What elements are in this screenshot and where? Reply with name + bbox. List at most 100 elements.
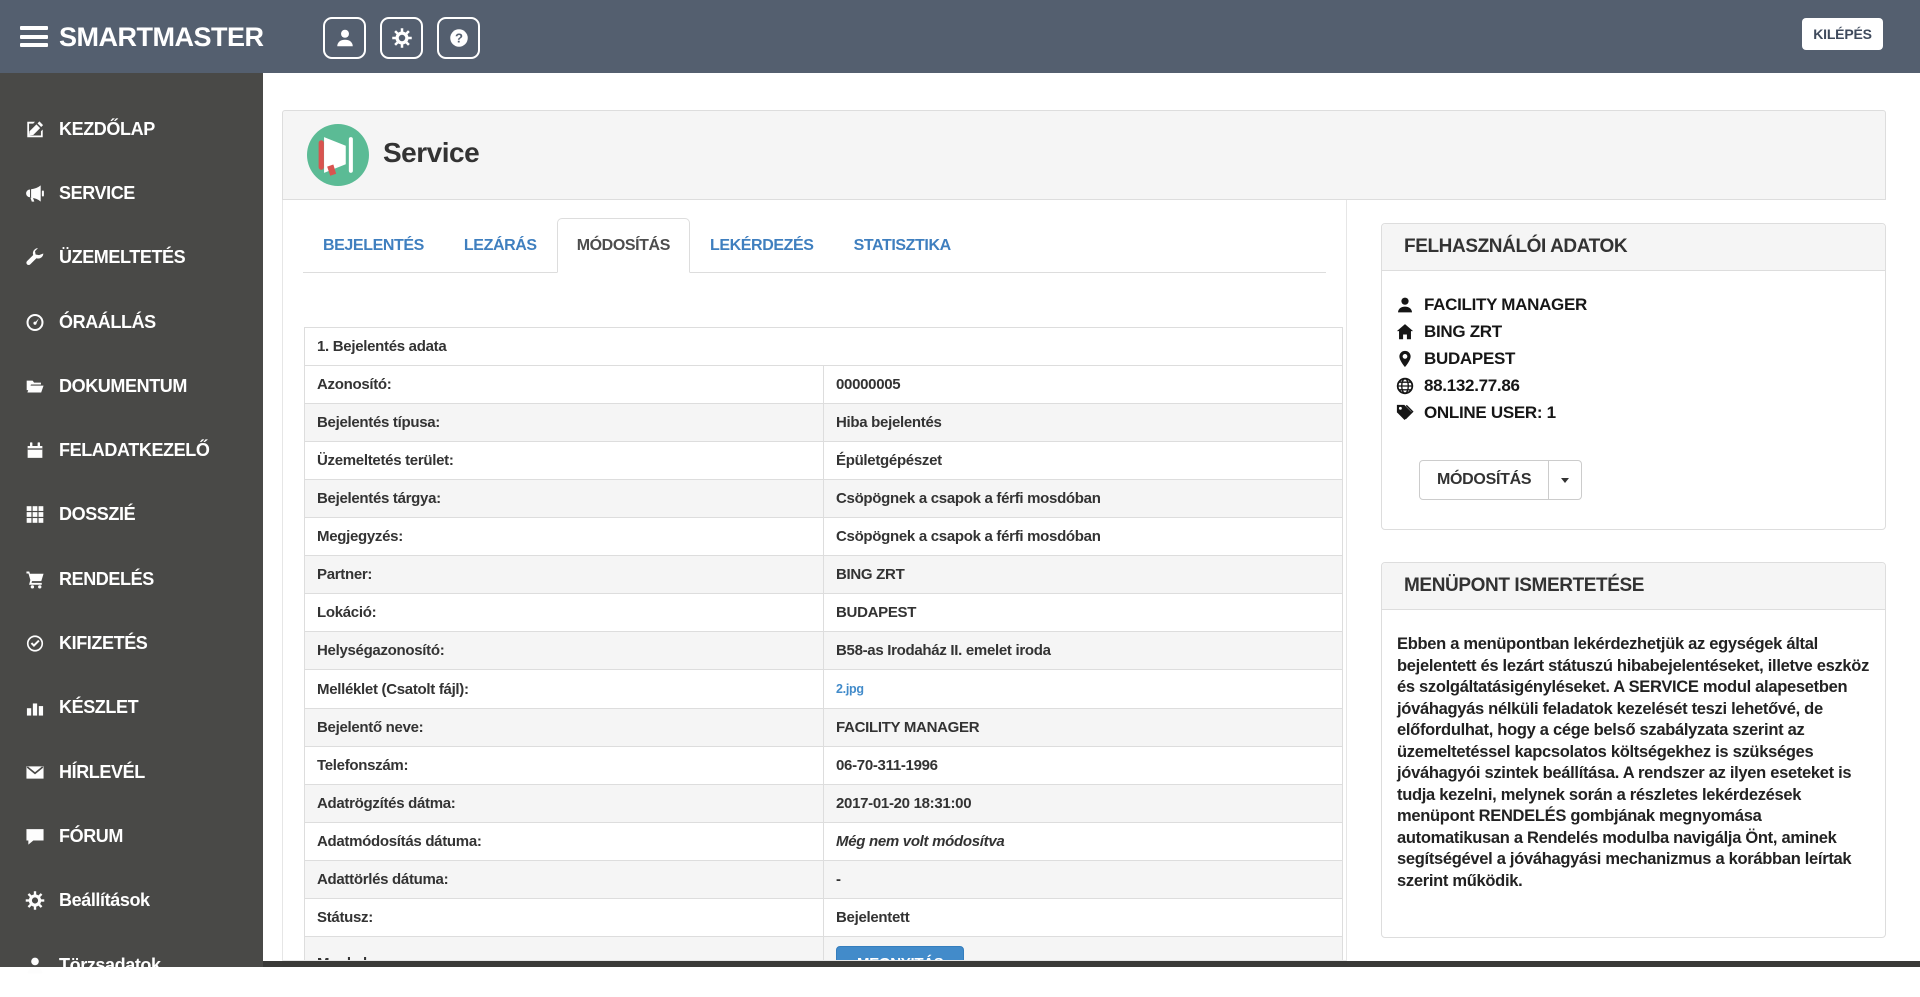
online-users: ONLINE USER: 1 (1424, 403, 1556, 423)
user-icon (1396, 296, 1414, 314)
main-content-panel: BEJELENTÉS LEZÁRÁS MÓDOSÍTÁS LEKÉRDEZÉS … (282, 200, 1347, 961)
row-value: BUDAPEST (824, 594, 1343, 632)
sidebar-item-label: Beállítások (59, 890, 150, 911)
table-row: Megjegyzés: Csöpögnek a csapok a férfi m… (305, 518, 1343, 556)
tab-statisztika[interactable]: STATISZTIKA (834, 218, 971, 273)
table-row: Bejelentés tárgya: Csöpögnek a csapok a … (305, 480, 1343, 518)
attachment-link[interactable]: 2.jpg (836, 682, 864, 696)
row-label: Státusz: (305, 899, 824, 937)
globe-icon (1396, 377, 1414, 395)
sidebar-item-kezdolap[interactable]: KEZDŐLAP (0, 97, 263, 161)
sidebar-item-label: KIFIZETÉS (59, 633, 147, 654)
sidebar-item-label: KEZDŐLAP (59, 119, 155, 140)
row-label: Adattörlés dátuma: (305, 861, 824, 899)
sidebar-item-keszlet[interactable]: KÉSZLET (0, 676, 263, 740)
sidebar-item-hirlevel[interactable]: HÍRLEVÉL (0, 740, 263, 804)
row-value: Bejelentett (824, 899, 1343, 937)
help-button[interactable]: ? (437, 17, 480, 59)
sidebar-item-kifizetes[interactable]: KIFIZETÉS (0, 611, 263, 675)
folder-icon (25, 377, 45, 396)
settings-button[interactable] (380, 17, 423, 59)
sidebar-item-rendeles[interactable]: RENDELÉS (0, 547, 263, 611)
hamburger-menu-icon[interactable] (20, 26, 48, 47)
sidebar-item-label: Törzsadatok (59, 955, 161, 976)
tab-lekerdezes[interactable]: LEKÉRDEZÉS (690, 218, 834, 273)
row-value: 2017-01-20 18:31:00 (824, 785, 1343, 823)
sidebar-item-forum[interactable]: FÓRUM (0, 804, 263, 868)
sidebar-item-dosszie[interactable]: DOSSZIÉ (0, 483, 263, 547)
table-row: Telefonszám: 06-70-311-1996 (305, 747, 1343, 785)
sidebar-item-label: DOSSZIÉ (59, 504, 135, 525)
row-value: 06-70-311-1996 (824, 747, 1343, 785)
sidebar-item-torzsadatok[interactable]: Törzsadatok (0, 933, 263, 997)
table-row: Üzemeltetés terület: Épületgépészet (305, 442, 1343, 480)
modify-dropdown-toggle[interactable] (1548, 461, 1581, 499)
row-label: Bejelentés típusa: (305, 404, 824, 442)
sidebar-item-beallitasok[interactable]: Beállítások (0, 869, 263, 933)
sidebar-item-label: FELADATKEZELŐ (59, 440, 209, 461)
sidebar-item-uzemeltetes[interactable]: ÜZEMELTETÉS (0, 226, 263, 290)
table-section-row: 1. Bejelentés adata (305, 328, 1343, 366)
sidebar-item-feladatkezelo[interactable]: FELADATKEZELŐ (0, 418, 263, 482)
table-row: Azonosító: 00000005 (305, 366, 1343, 404)
table-row: Adattörlés dátuma: - (305, 861, 1343, 899)
table-section-title: 1. Bejelentés adata (305, 328, 1343, 366)
megaphone-icon (25, 184, 45, 203)
row-value: - (824, 861, 1343, 899)
table-row: Státusz: Bejelentett (305, 899, 1343, 937)
row-value: Csöpögnek a csapok a férfi mosdóban (824, 480, 1343, 518)
tab-modositas[interactable]: MÓDOSÍTÁS (557, 218, 690, 273)
app-title: SMARTMASTER (59, 22, 264, 53)
bar-chart-icon (25, 698, 45, 717)
table-row: Lokáció: BUDAPEST (305, 594, 1343, 632)
profile-button[interactable] (323, 17, 366, 59)
table-row: Bejelentés típusa: Hiba bejelentés (305, 404, 1343, 442)
table-row-worksheet: Munkalap: MEGNYITÁS (305, 937, 1343, 962)
sidebar-item-label: RENDELÉS (59, 569, 154, 590)
row-label: Bejelentés tárgya: (305, 480, 824, 518)
table-row: Bejelentő neve: FACILITY MANAGER (305, 709, 1343, 747)
sidebar-item-label: ÓRAÁLLÁS (59, 312, 156, 333)
tags-icon (1396, 404, 1414, 422)
gear-icon (392, 28, 412, 48)
sidebar-item-label: ÜZEMELTETÉS (59, 247, 185, 268)
table-row: Adatrögzítés dátma: 2017-01-20 18:31:00 (305, 785, 1343, 823)
sidebar-item-oraallas[interactable]: ÓRAÁLLÁS (0, 290, 263, 354)
sidebar-item-service[interactable]: SERVICE (0, 161, 263, 225)
map-pin-icon (1396, 350, 1414, 368)
calendar-icon (25, 441, 45, 460)
sidebar-item-label: KÉSZLET (59, 697, 138, 718)
row-label: Megjegyzés: (305, 518, 824, 556)
sidebar-item-dokumentum[interactable]: DOKUMENTUM (0, 354, 263, 418)
sidebar: KEZDŐLAP SERVICE ÜZEMELTETÉS ÓRAÁLLÁS DO… (0, 73, 263, 967)
megaphone-icon (307, 124, 369, 186)
row-value: Még nem volt módosítva (824, 823, 1343, 861)
gauge-icon (25, 313, 45, 332)
row-value: Épületgépészet (824, 442, 1343, 480)
row-label: Partner: (305, 556, 824, 594)
table-row: Partner: BING ZRT (305, 556, 1343, 594)
tab-lezaras[interactable]: LEZÁRÁS (444, 218, 557, 273)
check-circle-icon (25, 634, 45, 653)
wrench-icon (25, 248, 45, 267)
modify-button[interactable]: MÓDOSÍTÁS (1420, 461, 1548, 499)
page-header: Service (282, 110, 1886, 200)
chevron-down-icon (1561, 478, 1569, 483)
open-worksheet-button[interactable]: MEGNYITÁS (836, 946, 964, 961)
tab-bejelentes[interactable]: BEJELENTÉS (303, 218, 444, 273)
row-label: Üzemeltetés terület: (305, 442, 824, 480)
home-icon (1396, 323, 1414, 341)
row-value: 00000005 (824, 366, 1343, 404)
list-item: BUDAPEST (1396, 349, 1865, 369)
table-row: Adatmódosítás dátuma: Még nem volt módos… (305, 823, 1343, 861)
help-icon: ? (449, 28, 469, 48)
report-data-table: 1. Bejelentés adata Azonosító: 00000005 … (304, 327, 1343, 961)
list-item: FACILITY MANAGER (1396, 295, 1865, 315)
row-label: Helységazonosító: (305, 632, 824, 670)
info-panel-title: MENÜPONT ISMERTETÉSE (1382, 563, 1885, 610)
user-name: FACILITY MANAGER (1424, 295, 1587, 315)
service-module-avatar (307, 124, 369, 186)
grid-icon (25, 505, 45, 524)
logout-button[interactable]: KILÉPÉS (1802, 18, 1883, 50)
gear-icon (25, 891, 45, 910)
